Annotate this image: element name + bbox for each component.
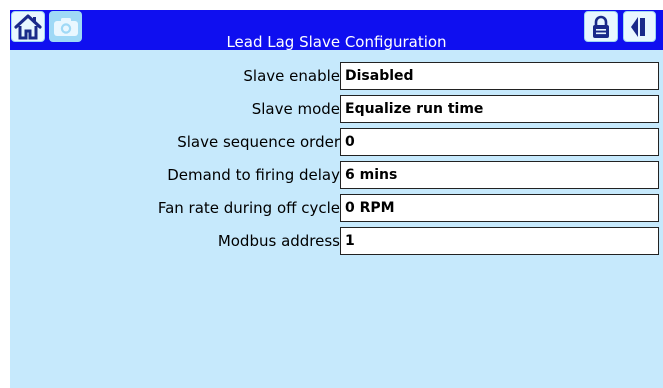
setting-row-modbus-address: Modbus address 1 [10, 227, 663, 255]
lock-button[interactable] [584, 11, 618, 42]
setting-row-slave-enable: Slave enable Disabled [10, 62, 663, 90]
page-title: Lead Lag Slave Configuration [226, 33, 447, 51]
setting-value-field[interactable]: 1 [340, 227, 659, 255]
back-button[interactable] [623, 11, 656, 42]
lock-icon [593, 15, 609, 38]
home-icon [14, 13, 42, 39]
back-arrow-icon [630, 16, 645, 37]
setting-label: Slave mode [251, 100, 340, 118]
setting-value-field[interactable]: Equalize run time [340, 95, 659, 123]
setting-value-field[interactable]: Disabled [340, 62, 659, 90]
home-button[interactable] [11, 11, 45, 42]
setting-label: Demand to firing delay [167, 166, 340, 184]
setting-label: Slave sequence order [177, 133, 340, 151]
setting-value-field[interactable]: 6 mins [340, 161, 659, 189]
setting-row-slave-sequence-order: Slave sequence order 0 [10, 128, 663, 156]
setting-row-demand-to-firing-delay: Demand to firing delay 6 mins [10, 161, 663, 189]
setting-value-field[interactable]: 0 RPM [340, 194, 659, 222]
title-bar: Lead Lag Slave Configuration [10, 10, 663, 51]
setting-label: Fan rate during off cycle [157, 199, 340, 217]
screen: Lead Lag Slave Configuration Slave enabl… [10, 10, 663, 388]
setting-row-slave-mode: Slave mode Equalize run time [10, 95, 663, 123]
screenshot-button[interactable] [49, 11, 82, 42]
setting-label: Modbus address [217, 232, 340, 250]
setting-value-field[interactable]: 0 [340, 128, 659, 156]
setting-row-fan-rate-off-cycle: Fan rate during off cycle 0 RPM [10, 194, 663, 222]
setting-label: Slave enable [243, 67, 340, 85]
camera-icon [53, 17, 78, 36]
